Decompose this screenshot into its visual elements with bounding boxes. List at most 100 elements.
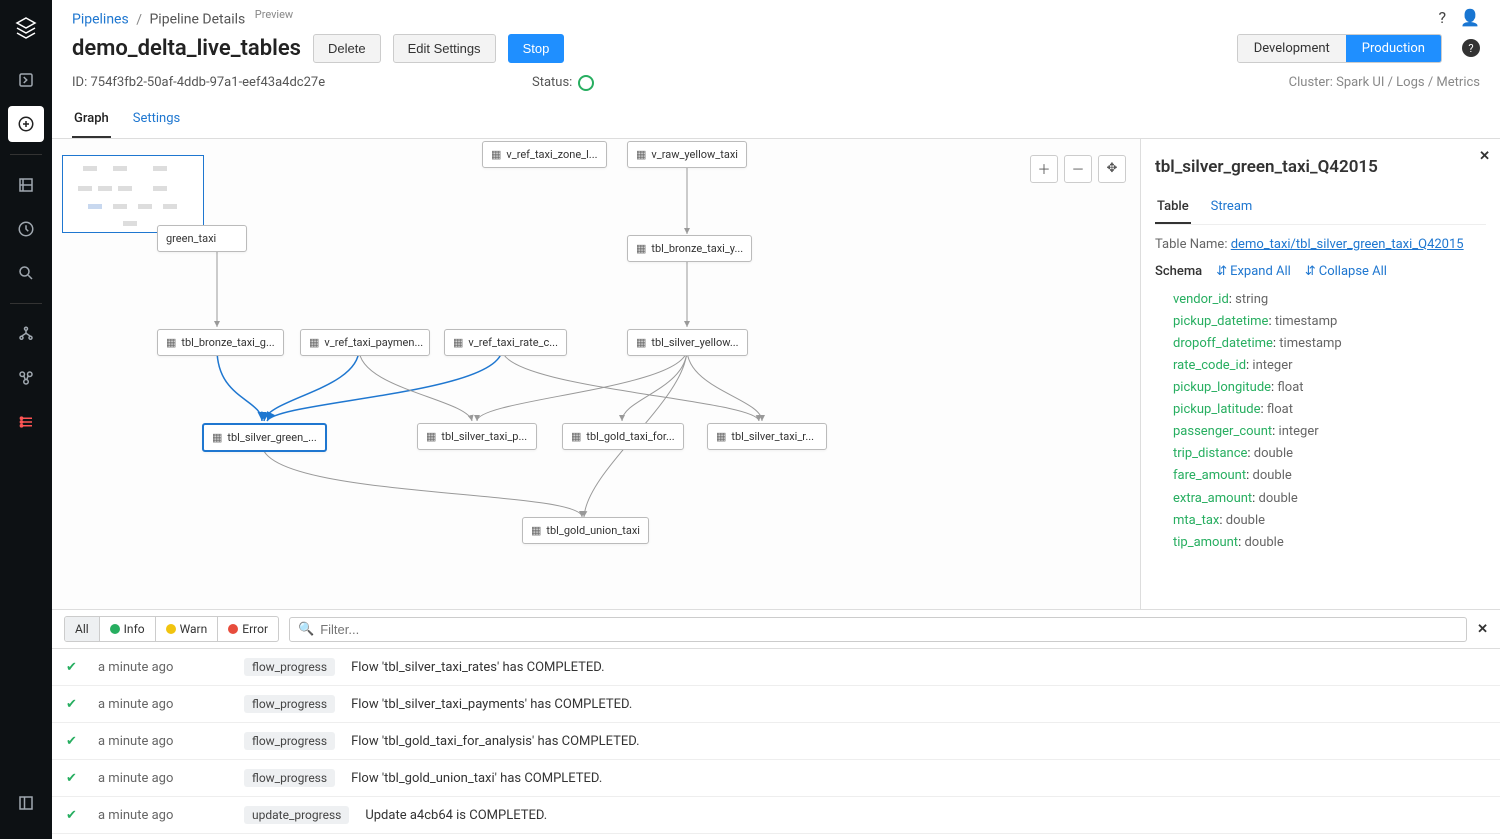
collapse-icon: ⇵ <box>1305 264 1316 279</box>
table-icon: ▦ <box>309 336 319 349</box>
expand-all-button[interactable]: ⇵Expand All <box>1216 264 1291 279</box>
schema-field-type: double <box>1259 491 1298 506</box>
schema-field-name: trip_distance <box>1173 446 1247 461</box>
pipeline-id: 754f3fb2-50af-4ddb-97a1-eef43a4dc27e <box>90 75 325 90</box>
tab-stream[interactable]: Stream <box>1209 191 1255 224</box>
filter-error[interactable]: Error <box>218 617 278 641</box>
log-time: a minute ago <box>98 808 228 823</box>
nav-workflows-icon[interactable] <box>8 360 44 396</box>
info-icon <box>110 624 120 634</box>
schema-label: Schema <box>1155 264 1202 279</box>
log-message: Flow 'tbl_gold_taxi_for_analysis' has CO… <box>351 734 1486 749</box>
log-row[interactable]: ✔a minute agoflow_progressFlow 'tbl_gold… <box>52 723 1500 760</box>
success-icon: ✔ <box>66 697 82 712</box>
nav-pipelines-icon[interactable] <box>8 404 44 440</box>
stop-button[interactable]: Stop <box>508 34 565 63</box>
log-panel: All Info Warn Error 🔍 ✕ ✔a minute agoflo… <box>52 609 1500 839</box>
log-row[interactable]: ✔ a minute ago flow_progress Flow 'tbl_silv… <box>52 649 1500 686</box>
mode-toggle: Development Production <box>1237 34 1442 63</box>
schema-field-name: pickup_datetime <box>1173 314 1268 329</box>
delete-button[interactable]: Delete <box>313 34 381 63</box>
log-message: Flow 'tbl_silver_taxi_rates' has COMPLET… <box>351 660 1486 675</box>
schema-field-name: mta_tax <box>1173 513 1219 528</box>
graph-node[interactable]: ▦tbl_bronze_taxi_y... <box>627 235 752 262</box>
zoom-in-button[interactable]: ＋ <box>1030 155 1058 183</box>
schema-field-type: double <box>1254 446 1293 461</box>
table-icon: ▦ <box>531 524 541 537</box>
filter-info[interactable]: Info <box>100 617 156 641</box>
graph-canvas[interactable]: ＋ － ✥ <box>52 139 1140 609</box>
tab-settings[interactable]: Settings <box>131 101 182 138</box>
filter-all[interactable]: All <box>65 617 100 641</box>
log-row[interactable]: ✔a minute agoflow_progressFlow 'tbl_silv… <box>52 686 1500 723</box>
schema-field-type: string <box>1235 292 1268 307</box>
schema-field-name: vendor_id <box>1173 292 1229 307</box>
graph-node[interactable]: ▦v_ref_taxi_zone_l... <box>482 141 607 168</box>
production-toggle[interactable]: Production <box>1346 35 1441 62</box>
log-time: a minute ago <box>98 771 228 786</box>
log-close-icon[interactable]: ✕ <box>1477 622 1488 637</box>
log-search[interactable]: 🔍 <box>289 617 1467 642</box>
nav-data-icon[interactable] <box>8 167 44 203</box>
zoom-out-button[interactable]: － <box>1064 155 1092 183</box>
graph-node[interactable]: ▦tbl_bronze_taxi_g... <box>157 329 284 356</box>
nav-recents-icon[interactable] <box>8 211 44 247</box>
log-message: Flow 'tbl_gold_union_taxi' has COMPLETED… <box>351 771 1486 786</box>
schema-field-type: float <box>1267 402 1293 417</box>
success-icon: ✔ <box>66 734 82 749</box>
schema-field-row: pickup_latitude: float <box>1173 399 1486 421</box>
log-tag: flow_progress <box>244 658 335 676</box>
log-row[interactable]: ✔a minute agoupdate_progressUpdate a4cb6… <box>52 797 1500 834</box>
tab-graph[interactable]: Graph <box>72 101 111 138</box>
breadcrumb-root[interactable]: Pipelines <box>72 12 129 28</box>
graph-node[interactable]: ▦tbl_gold_union_taxi <box>522 517 649 544</box>
success-icon: ✔ <box>66 660 82 675</box>
graph-node-selected[interactable]: ▦tbl_silver_green_... <box>202 423 327 452</box>
schema-field-type: integer <box>1279 424 1319 439</box>
graph-node[interactable]: ▦v_ref_taxi_rate_c... <box>444 329 567 356</box>
status-indicator-icon <box>578 75 594 91</box>
cluster-links[interactable]: Spark UI / Logs / Metrics <box>1336 75 1480 90</box>
close-icon[interactable]: ✕ <box>1479 149 1490 164</box>
graph-node[interactable]: ▦tbl_silver_taxi_p... <box>417 423 537 450</box>
user-icon[interactable]: 👤 <box>1460 8 1480 27</box>
schema-list: vendor_id: stringpickup_datetime: timest… <box>1155 289 1486 554</box>
log-row[interactable]: ✔a minute agoflow_progressFlow 'tbl_gold… <box>52 760 1500 797</box>
nav-create-icon[interactable] <box>8 106 44 142</box>
development-toggle[interactable]: Development <box>1238 35 1346 62</box>
minimap[interactable] <box>62 155 204 233</box>
graph-node[interactable]: green_taxi <box>157 225 247 252</box>
nav-compute-icon[interactable] <box>8 316 44 352</box>
filter-warn[interactable]: Warn <box>156 617 219 641</box>
graph-node[interactable]: ▦v_ref_taxi_paymen... <box>300 329 430 356</box>
left-nav-rail <box>0 0 52 839</box>
details-panel: ✕ tbl_silver_green_taxi_Q42015 Table Str… <box>1140 139 1500 609</box>
log-time: a minute ago <box>98 697 228 712</box>
help-icon[interactable]: ? <box>1439 8 1447 27</box>
graph-node[interactable]: ▦tbl_silver_taxi_r... <box>707 423 827 450</box>
nav-panel-icon[interactable] <box>8 785 44 821</box>
schema-field-name: extra_amount <box>1173 491 1252 506</box>
breadcrumb-current: Pipeline Details <box>149 12 245 28</box>
graph-node[interactable]: ▦v_raw_yellow_taxi <box>627 141 747 168</box>
tab-table[interactable]: Table <box>1155 191 1191 224</box>
details-title: tbl_silver_green_taxi_Q42015 <box>1155 157 1486 177</box>
log-tag: flow_progress <box>244 769 335 787</box>
table-icon: ▦ <box>636 148 646 161</box>
schema-field-row: rate_code_id: integer <box>1173 355 1486 377</box>
nav-search-icon[interactable] <box>8 255 44 291</box>
table-icon: ▦ <box>636 242 646 255</box>
graph-node[interactable]: ▦tbl_silver_yellow... <box>627 329 748 356</box>
fit-button[interactable]: ✥ <box>1098 155 1126 183</box>
log-time: a minute ago <box>98 660 228 675</box>
expand-icon: ⇵ <box>1216 264 1227 279</box>
edit-settings-button[interactable]: Edit Settings <box>393 34 496 63</box>
graph-node[interactable]: ▦tbl_gold_taxi_for... <box>562 423 684 450</box>
table-name-link[interactable]: demo_taxi/tbl_silver_green_taxi_Q42015 <box>1231 237 1464 252</box>
schema-field-row: vendor_id: string <box>1173 289 1486 311</box>
log-filter-input[interactable] <box>320 622 1458 637</box>
nav-workspace-icon[interactable] <box>8 62 44 98</box>
collapse-all-button[interactable]: ⇵Collapse All <box>1305 264 1387 279</box>
mode-help-icon[interactable]: ? <box>1462 39 1480 57</box>
schema-field-row: passenger_count: integer <box>1173 421 1486 443</box>
